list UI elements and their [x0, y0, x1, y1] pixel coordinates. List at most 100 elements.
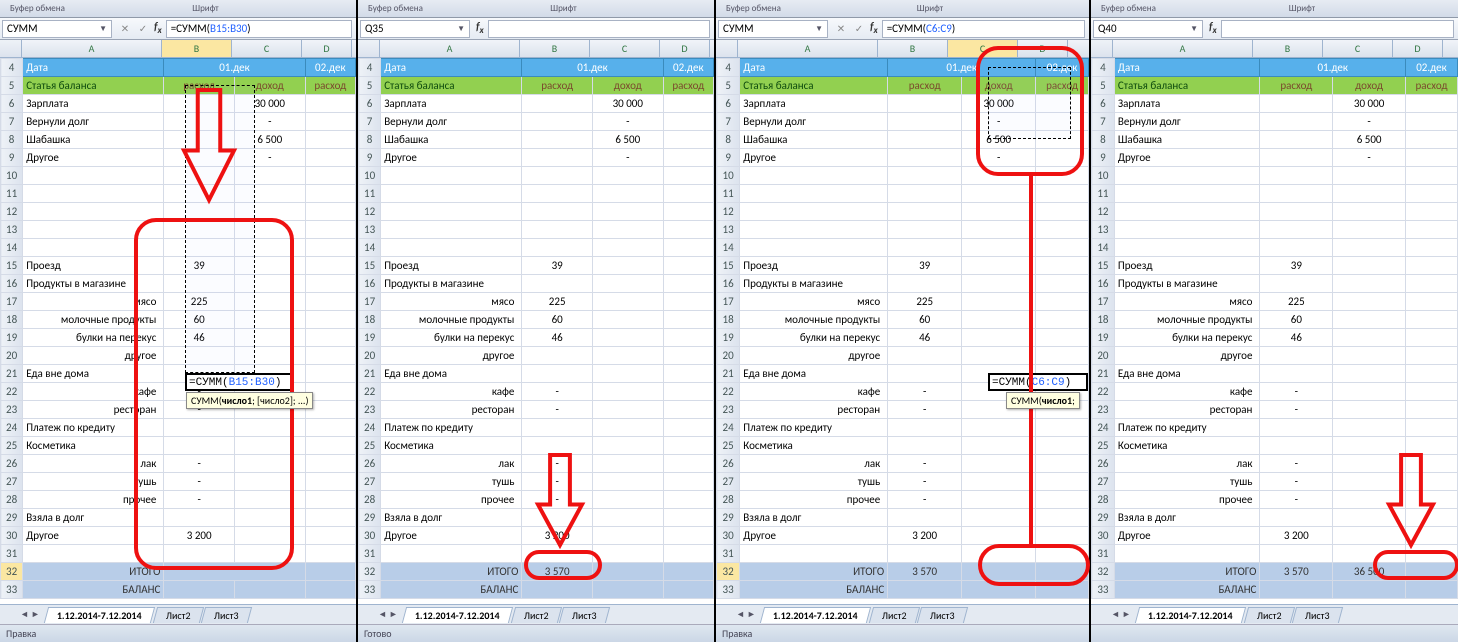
cell-C11[interactable]: [962, 185, 1036, 203]
row-header-9[interactable]: 9: [359, 149, 381, 167]
cell-A21[interactable]: Еда вне дома: [23, 365, 164, 383]
cell-D31[interactable]: [1406, 545, 1458, 563]
cell-B17[interactable]: 225: [1260, 293, 1333, 311]
row-header-20[interactable]: 20: [1, 347, 23, 365]
row-header-12[interactable]: 12: [1, 203, 23, 221]
cell-B31[interactable]: [522, 545, 593, 563]
cell-D24[interactable]: [1036, 419, 1089, 437]
cell-C14[interactable]: [592, 239, 663, 257]
cell-A5[interactable]: Статья баланса: [23, 77, 164, 95]
cell-A21[interactable]: Еда вне дома: [740, 365, 888, 383]
column-header-A[interactable]: A: [738, 40, 878, 57]
cell-B9[interactable]: [164, 149, 235, 167]
cell-A10[interactable]: [1114, 167, 1260, 185]
column-header-A[interactable]: A: [1113, 40, 1253, 57]
cell-A24[interactable]: Платеж по кредиту: [1114, 419, 1260, 437]
cell-C29[interactable]: [1333, 509, 1406, 527]
cell-A14[interactable]: [1114, 239, 1260, 257]
cell-B12[interactable]: [888, 203, 962, 221]
cell-B23[interactable]: -: [888, 401, 962, 419]
cell-B28[interactable]: -: [164, 491, 235, 509]
cell-C16[interactable]: [592, 275, 663, 293]
row-header-16[interactable]: 16: [1092, 275, 1115, 293]
row-header-15[interactable]: 15: [1092, 257, 1115, 275]
chevron-down-icon[interactable]: ▼: [815, 24, 823, 34]
cell-D14[interactable]: [1406, 239, 1458, 257]
cell-C5[interactable]: доход: [962, 77, 1036, 95]
tab-sheet2[interactable]: Лист2: [152, 607, 203, 623]
cell-D11[interactable]: [305, 185, 355, 203]
row-header-21[interactable]: 21: [1, 365, 23, 383]
formula-bar[interactable]: [488, 20, 710, 38]
cell-D9[interactable]: [1036, 149, 1089, 167]
cell-B11[interactable]: [1260, 185, 1333, 203]
row-header-27[interactable]: 27: [1092, 473, 1115, 491]
cell-C31[interactable]: [1333, 545, 1406, 563]
row-header-24[interactable]: 24: [717, 419, 740, 437]
row-header-20[interactable]: 20: [1092, 347, 1115, 365]
row-header-19[interactable]: 19: [717, 329, 740, 347]
row-header-19[interactable]: 19: [1, 329, 23, 347]
cell-C24[interactable]: [234, 419, 305, 437]
cell-C30[interactable]: [1333, 527, 1406, 545]
cell-B32[interactable]: 3 570: [522, 563, 593, 581]
cell-B17[interactable]: 225: [522, 293, 593, 311]
cell-C28[interactable]: [234, 491, 305, 509]
cell-A27[interactable]: тушь: [1114, 473, 1260, 491]
cell-D14[interactable]: [663, 239, 713, 257]
row-header-5[interactable]: 5: [1, 77, 23, 95]
cell-B5[interactable]: расход: [522, 77, 593, 95]
row-header-32[interactable]: 32: [359, 563, 381, 581]
cell-A16[interactable]: Продукты в магазине: [740, 275, 888, 293]
cell-C30[interactable]: [592, 527, 663, 545]
cell-D20[interactable]: [663, 347, 713, 365]
tab-nav[interactable]: ◄►: [20, 609, 40, 620]
cell-A20[interactable]: другое: [740, 347, 888, 365]
column-header-C[interactable]: C: [590, 40, 660, 57]
cell-B6[interactable]: [164, 95, 235, 113]
cell-D4[interactable]: 02.дек: [663, 59, 713, 77]
cell-C32[interactable]: 36 500: [1333, 563, 1406, 581]
cell-C24[interactable]: [592, 419, 663, 437]
cell-C19[interactable]: [1333, 329, 1406, 347]
cell-A32[interactable]: ИТОГО: [23, 563, 164, 581]
cell-C19[interactable]: [592, 329, 663, 347]
tab-sheet3[interactable]: Лист3: [917, 607, 968, 623]
cell-A30[interactable]: Другое: [740, 527, 888, 545]
column-header-B[interactable]: B: [878, 40, 948, 57]
cell-D25[interactable]: [1036, 437, 1089, 455]
cell-D24[interactable]: [663, 419, 713, 437]
cell-C5[interactable]: доход: [592, 77, 663, 95]
cell-C11[interactable]: [234, 185, 305, 203]
cell-C20[interactable]: [962, 347, 1036, 365]
cell-A27[interactable]: тушь: [23, 473, 164, 491]
tab-nav[interactable]: ◄►: [1111, 609, 1131, 620]
row-header-17[interactable]: 17: [1, 293, 23, 311]
cell-D26[interactable]: [1406, 455, 1458, 473]
row-header-4[interactable]: 4: [1, 59, 23, 77]
cell-B12[interactable]: [522, 203, 593, 221]
chevron-down-icon[interactable]: ▼: [457, 24, 465, 34]
cell-A26[interactable]: лак: [740, 455, 888, 473]
column-header-C[interactable]: C: [232, 40, 302, 57]
cell-C7[interactable]: -: [592, 113, 663, 131]
cell-B8[interactable]: [888, 131, 962, 149]
cell-D32[interactable]: [1036, 563, 1089, 581]
cell-A32[interactable]: ИТОГО: [740, 563, 888, 581]
cell-C18[interactable]: [1333, 311, 1406, 329]
cell-A15[interactable]: Проезд: [740, 257, 888, 275]
cell-A5[interactable]: Статья баланса: [381, 77, 522, 95]
cell-B9[interactable]: [1260, 149, 1333, 167]
cell-D12[interactable]: [663, 203, 713, 221]
cell-B29[interactable]: [522, 509, 593, 527]
cell-A31[interactable]: [23, 545, 164, 563]
cell-A22[interactable]: кафе: [381, 383, 522, 401]
cell-B13[interactable]: [522, 221, 593, 239]
row-header-25[interactable]: 25: [717, 437, 740, 455]
cell-A10[interactable]: [381, 167, 522, 185]
cell-A12[interactable]: [381, 203, 522, 221]
cell-A22[interactable]: кафе: [1114, 383, 1260, 401]
row-header-32[interactable]: 32: [717, 563, 740, 581]
row-header-9[interactable]: 9: [1092, 149, 1115, 167]
cell-A27[interactable]: тушь: [381, 473, 522, 491]
